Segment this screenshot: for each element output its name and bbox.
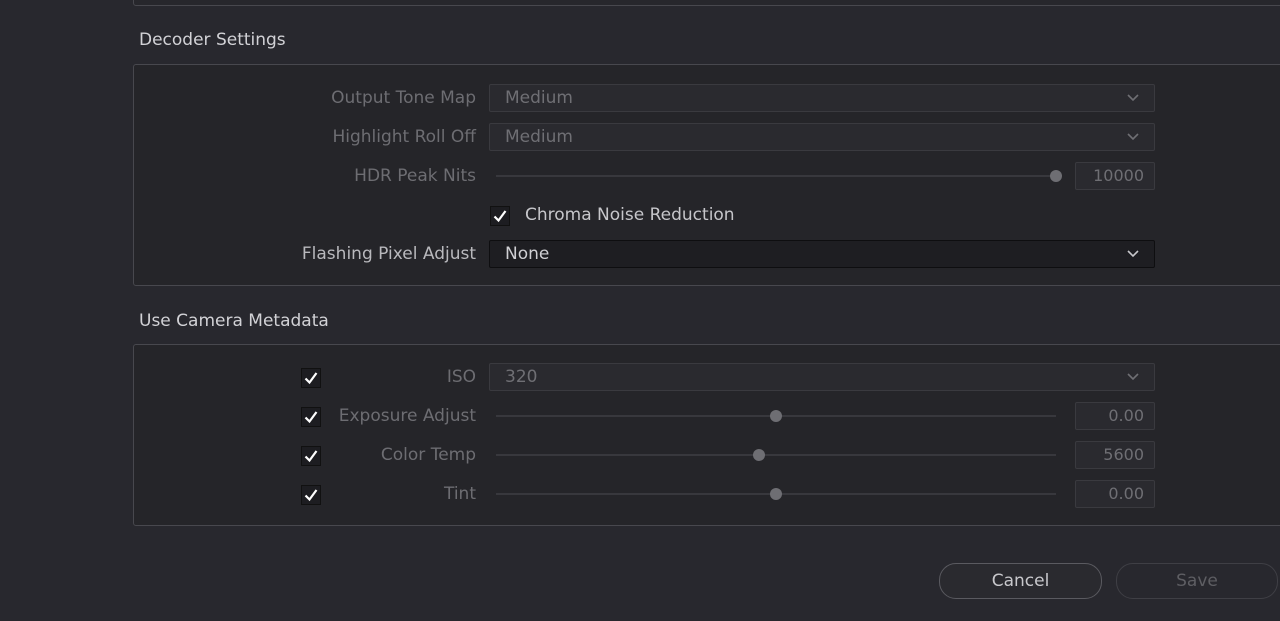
iso-value: 320	[505, 367, 538, 387]
hdr-peak-nits-row: HDR Peak Nits 10000	[134, 162, 1280, 190]
hdr-peak-nits-slider[interactable]	[496, 170, 1062, 182]
checkmark-icon	[304, 450, 318, 463]
exposure-adjust-label: Exposure Adjust	[338, 406, 476, 426]
cancel-button[interactable]: Cancel	[939, 563, 1102, 599]
flashing-pixel-adjust-label: Flashing Pixel Adjust	[301, 244, 476, 264]
exposure-adjust-value: 0.00	[1108, 406, 1144, 425]
tint-row: Tint 0.00	[134, 480, 1280, 508]
checkmark-icon	[493, 210, 507, 223]
color-temp-row: Color Temp 5600	[134, 441, 1280, 469]
decoder-settings-panel: Output Tone Map Medium Highlight Roll Of…	[133, 64, 1280, 286]
highlight-roll-off-dropdown[interactable]: Medium	[489, 123, 1155, 151]
flashing-pixel-adjust-dropdown[interactable]: None	[489, 240, 1155, 268]
use-camera-metadata-title: Use Camera Metadata	[139, 311, 329, 331]
exposure-adjust-checkbox[interactable]	[301, 407, 321, 427]
chroma-noise-reduction-label: Chroma Noise Reduction	[525, 205, 735, 225]
highlight-roll-off-label: Highlight Roll Off	[332, 127, 476, 147]
color-temp-slider[interactable]	[496, 449, 1056, 461]
hdr-peak-nits-input[interactable]: 10000	[1075, 162, 1155, 190]
checkmark-icon	[304, 372, 318, 385]
hdr-peak-nits-label: HDR Peak Nits	[354, 166, 476, 186]
color-temp-slider-handle[interactable]	[753, 449, 766, 461]
chroma-noise-reduction-checkbox[interactable]	[490, 206, 510, 226]
tint-value: 0.00	[1108, 484, 1144, 503]
save-button[interactable]: Save	[1116, 563, 1278, 599]
chevron-down-icon	[1127, 94, 1139, 102]
color-temp-value: 5600	[1103, 445, 1144, 464]
chevron-down-icon	[1127, 250, 1139, 258]
tint-slider-handle[interactable]	[770, 488, 782, 500]
checkmark-icon	[304, 411, 318, 424]
color-temp-checkbox[interactable]	[301, 446, 321, 466]
tint-slider[interactable]	[496, 488, 1056, 500]
iso-row: ISO 320	[134, 363, 1280, 391]
output-tone-map-label: Output Tone Map	[331, 88, 476, 108]
decoder-settings-title: Decoder Settings	[139, 30, 286, 50]
highlight-roll-off-row: Highlight Roll Off Medium	[134, 123, 1280, 151]
checkmark-icon	[304, 489, 318, 502]
iso-label: ISO	[446, 367, 476, 387]
color-temp-label: Color Temp	[380, 445, 476, 465]
iso-dropdown[interactable]: 320	[489, 363, 1155, 391]
tint-input[interactable]: 0.00	[1075, 480, 1155, 508]
hdr-peak-nits-value: 10000	[1093, 166, 1144, 185]
exposure-adjust-slider[interactable]	[496, 410, 1056, 422]
exposure-adjust-row: Exposure Adjust 0.00	[134, 402, 1280, 430]
exposure-adjust-input[interactable]: 0.00	[1075, 402, 1155, 430]
camera-metadata-panel: ISO 320 Exposure Adjust 0.00 Color Temp …	[133, 344, 1280, 526]
exposure-adjust-slider-handle[interactable]	[770, 410, 782, 422]
hdr-peak-nits-slider-handle[interactable]	[1050, 170, 1062, 182]
output-tone-map-row: Output Tone Map Medium	[134, 84, 1280, 112]
output-tone-map-dropdown[interactable]: Medium	[489, 84, 1155, 112]
flashing-pixel-adjust-row: Flashing Pixel Adjust None	[134, 240, 1280, 268]
chevron-down-icon	[1127, 373, 1139, 381]
color-temp-input[interactable]: 5600	[1075, 441, 1155, 469]
iso-checkbox[interactable]	[301, 368, 321, 388]
chroma-noise-reduction-row: Chroma Noise Reduction	[134, 201, 1280, 229]
chevron-down-icon	[1127, 133, 1139, 141]
tint-label: Tint	[443, 484, 476, 504]
output-tone-map-value: Medium	[505, 88, 573, 108]
previous-panel	[133, 0, 1280, 6]
flashing-pixel-adjust-value: None	[505, 244, 550, 264]
tint-checkbox[interactable]	[301, 485, 321, 505]
highlight-roll-off-value: Medium	[505, 127, 573, 147]
